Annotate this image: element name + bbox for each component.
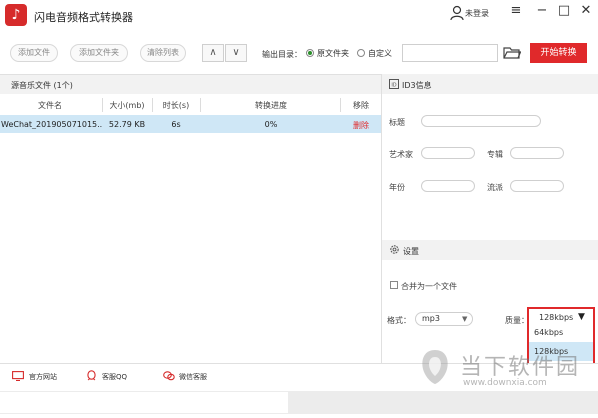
row-filename: WeChat_201905071015... xyxy=(1,120,102,129)
id3-icon: ID xyxy=(389,79,399,89)
menu-icon[interactable]: ≡ xyxy=(508,3,524,19)
radio-original-label[interactable]: 原文件夹 xyxy=(317,48,349,59)
merge-checkbox[interactable] xyxy=(390,281,398,289)
column-divider xyxy=(102,98,103,112)
year-input[interactable] xyxy=(421,180,475,192)
title-input[interactable] xyxy=(421,115,541,127)
album-label: 专辑 xyxy=(487,150,503,159)
watermark-text: 当下软件园 xyxy=(460,355,581,380)
title-label: 标题 xyxy=(389,118,405,127)
row-duration: 6s xyxy=(171,120,181,129)
output-dir-label: 输出目录： xyxy=(262,50,302,59)
format-label: 格式： xyxy=(387,316,411,325)
row-size: 52.79 KB xyxy=(108,120,146,129)
watermark-logo-icon xyxy=(422,350,448,384)
row-delete-link[interactable]: 删除 xyxy=(344,120,378,131)
music-note-icon: ♪ xyxy=(5,4,27,26)
column-header-duration: 时长(s) xyxy=(162,101,190,110)
format-value: mp3 xyxy=(422,314,440,323)
quality-label: 质量： xyxy=(505,316,529,325)
qq-link[interactable]: 客服QQ xyxy=(102,372,127,382)
panel-divider xyxy=(381,74,382,364)
file-list-title: 源音乐文件 (1个) xyxy=(11,81,73,90)
qq-icon xyxy=(87,370,96,381)
column-divider xyxy=(200,98,201,112)
column-header-size: 大小(mb) xyxy=(109,101,145,110)
folder-open-icon[interactable] xyxy=(503,45,521,60)
column-divider xyxy=(340,98,341,112)
clear-list-button[interactable]: 清除列表 xyxy=(140,44,186,62)
login-label[interactable]: 未登录 xyxy=(465,8,489,19)
row-progress: 0% xyxy=(264,120,278,129)
output-path-input[interactable] xyxy=(402,44,498,62)
close-icon[interactable]: ✕ xyxy=(578,3,594,19)
artist-input[interactable] xyxy=(421,147,475,159)
watermark-url: www.downxia.com xyxy=(463,378,547,388)
add-file-button[interactable]: 添加文件 xyxy=(10,44,58,62)
minimize-icon[interactable]: − xyxy=(534,3,550,19)
merge-label[interactable]: 合并为一个文件 xyxy=(401,281,457,292)
genre-input[interactable] xyxy=(510,180,564,192)
chevron-down-icon: ▼ xyxy=(462,315,468,323)
radio-custom-folder[interactable] xyxy=(357,49,365,57)
website-link[interactable]: 官方网站 xyxy=(29,372,57,382)
column-header-remove: 移除 xyxy=(353,101,369,110)
radio-original-folder[interactable] xyxy=(306,49,314,57)
gear-icon xyxy=(390,245,399,254)
genre-label: 流派 xyxy=(487,183,503,192)
bottom-strip-left xyxy=(0,392,288,413)
add-folder-button[interactable]: 添加文件夹 xyxy=(70,44,128,62)
radio-custom-label[interactable]: 自定义 xyxy=(368,48,392,59)
start-convert-button[interactable]: 开始转换 xyxy=(530,43,587,63)
id3-title: ID3信息 xyxy=(402,81,432,90)
wechat-icon xyxy=(163,371,175,381)
app-title: 闪电音频格式转换器 xyxy=(34,11,133,24)
settings-title: 设置 xyxy=(403,247,419,256)
svg-text:ID: ID xyxy=(391,83,396,89)
album-input[interactable] xyxy=(510,147,564,159)
artist-label: 艺术家 xyxy=(389,150,413,159)
move-down-button[interactable]: ∨ xyxy=(225,44,247,62)
column-header-progress: 转换进度 xyxy=(255,101,287,110)
format-select[interactable]: mp3 ▼ xyxy=(415,312,473,326)
monitor-icon xyxy=(12,371,24,381)
move-up-button[interactable]: ∧ xyxy=(202,44,224,62)
column-header-filename: 文件名 xyxy=(38,101,62,110)
user-icon[interactable] xyxy=(450,5,464,21)
maximize-icon[interactable]: □ xyxy=(556,3,572,19)
year-label: 年份 xyxy=(389,183,405,192)
column-divider xyxy=(152,98,153,112)
wechat-link[interactable]: 微信客服 xyxy=(179,372,207,382)
